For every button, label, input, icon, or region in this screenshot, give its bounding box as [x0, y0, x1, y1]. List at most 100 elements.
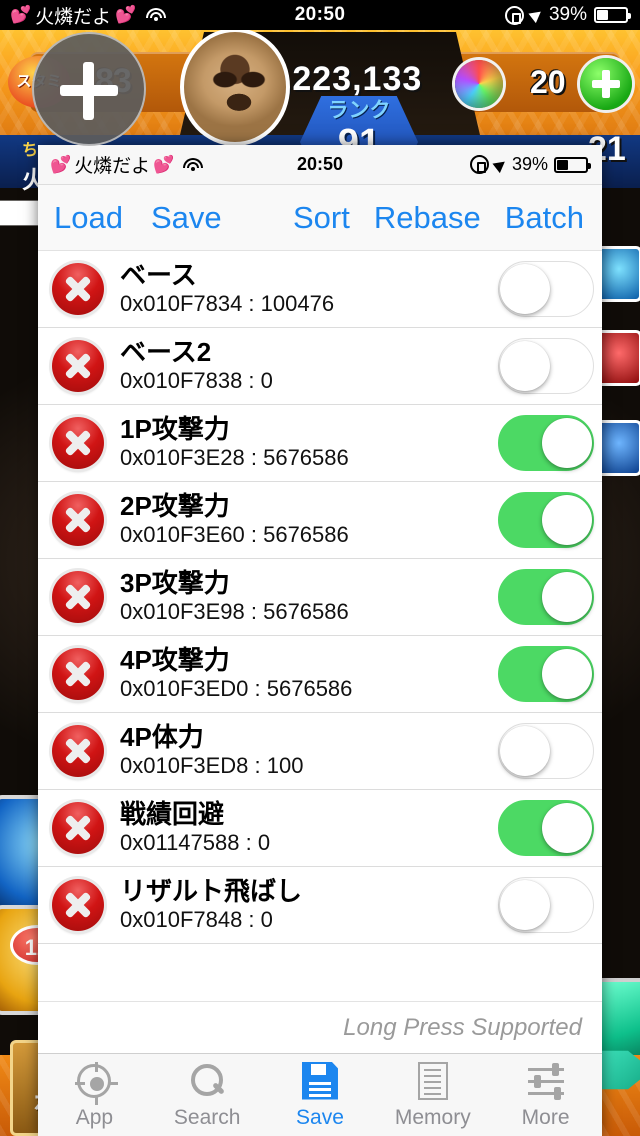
entry-text: 4P体力 0x010F3ED8 : 100 [104, 722, 498, 780]
cheat-entry-row[interactable]: 4P攻撃力 0x010F3ED0 : 5676586 [38, 636, 602, 713]
cheat-engine-panel: 💕 火燐だよ 💕 20:50 39% Load Save Sort Rebase Ba… [38, 145, 602, 1136]
panel-battery-icon [554, 156, 591, 173]
toggle-knob [500, 880, 550, 930]
delete-entry-icon[interactable] [52, 648, 104, 700]
battery-percent: 39% [548, 4, 587, 25]
cheat-entry-row[interactable]: 戦績回避 0x01147588 : 0 [38, 790, 602, 867]
sliders-icon [526, 1061, 566, 1101]
load-button[interactable]: Load [54, 200, 123, 236]
cheat-entry-row[interactable]: ベース 0x010F7834 : 100476 [38, 251, 602, 328]
tab-search[interactable]: Search [151, 1054, 264, 1136]
delete-entry-icon[interactable] [52, 879, 104, 931]
toggle-knob [542, 649, 592, 699]
entry-address-value: 0x010F3E98 : 5676586 [120, 599, 349, 624]
tab-save[interactable]: Save [264, 1054, 377, 1136]
tab-label: Memory [394, 1105, 471, 1129]
entry-toggle-switch[interactable] [498, 877, 594, 933]
sort-button[interactable]: Sort [293, 200, 350, 236]
entry-text: ベース2 0x010F7838 : 0 [104, 337, 498, 395]
toggle-knob [542, 495, 592, 545]
game-side-icon-1 [596, 246, 640, 302]
panel-carrier-heart-right-icon: 💕 [153, 154, 175, 174]
device-status-bar: 💕 火燐だよ 💕 20:50 39% [0, 0, 640, 30]
cheat-entry-list[interactable]: ベース 0x010F7834 : 100476 ベース2 0x010F7838 : 0… [38, 251, 602, 1001]
delete-entry-icon[interactable] [52, 725, 104, 777]
entry-text: 戦績回避 0x01147588 : 0 [104, 799, 498, 857]
entry-toggle-switch[interactable] [498, 723, 594, 779]
battery-icon [594, 7, 631, 23]
tab-label: Search [173, 1105, 241, 1129]
rotation-lock-icon [504, 5, 524, 25]
delete-entry-icon[interactable] [52, 571, 104, 623]
game-orb-value: 20 [530, 64, 566, 100]
bottom-tab-bar: App Search Save Memory More [38, 1053, 602, 1136]
entry-address-value: 0x010F3E28 : 5676586 [120, 445, 349, 470]
entry-address-value: 0x010F7848 : 0 [120, 907, 273, 932]
cheat-entry-row[interactable]: リザルト飛ばし 0x010F7848 : 0 [38, 867, 602, 944]
cheat-entry-row[interactable]: 4P体力 0x010F3ED8 : 100 [38, 713, 602, 790]
tab-app[interactable]: App [38, 1054, 151, 1136]
carrier-name: 火燐だよ [35, 6, 112, 28]
toggle-knob [500, 341, 550, 391]
entry-address-value: 0x010F3E60 : 5676586 [120, 522, 349, 547]
entry-title: 4P体力 [120, 722, 204, 752]
location-arrow-icon [528, 6, 545, 24]
delete-entry-icon[interactable] [52, 494, 104, 546]
cheat-entry-row[interactable]: 1P攻撃力 0x010F3E28 : 5676586 [38, 405, 602, 482]
delete-entry-icon[interactable] [52, 263, 104, 315]
entry-toggle-switch[interactable] [498, 415, 594, 471]
panel-carrier-heart-left-icon: 💕 [50, 154, 72, 174]
entry-title: ベース [120, 260, 197, 290]
delete-entry-icon[interactable] [52, 340, 104, 392]
entry-text: 1P攻撃力 0x010F3E28 : 5676586 [104, 414, 498, 472]
delete-entry-icon[interactable] [52, 802, 104, 854]
save-button[interactable]: Save [151, 200, 222, 236]
delete-entry-icon[interactable] [52, 417, 104, 469]
floppy-disk-icon [300, 1061, 340, 1101]
entry-address-value: 0x010F3ED0 : 5676586 [120, 676, 353, 701]
game-side-icon-3 [596, 420, 640, 476]
tab-label: Save [296, 1105, 344, 1129]
panel-rotation-lock-icon [469, 155, 489, 174]
game-side-icon-2 [596, 330, 640, 386]
panel-status-bar: 💕 火燐だよ 💕 20:50 39% [38, 145, 602, 185]
rebase-button[interactable]: Rebase [374, 200, 481, 236]
entry-toggle-switch[interactable] [498, 569, 594, 625]
game-left-text-1: ち [22, 142, 39, 159]
search-icon [187, 1061, 227, 1101]
batch-button[interactable]: Batch [505, 200, 584, 236]
cheat-entry-row[interactable]: 3P攻撃力 0x010F3E98 : 5676586 [38, 559, 602, 636]
entry-title: 戦績回避 [120, 799, 225, 829]
floating-plus-button[interactable] [32, 32, 146, 146]
long-press-hint: Long Press Supported [343, 1013, 582, 1041]
wifi-icon [145, 7, 167, 23]
tab-more[interactable]: More [489, 1054, 602, 1136]
toggle-knob [542, 572, 592, 622]
entry-toggle-switch[interactable] [498, 492, 594, 548]
entry-title: 2P攻撃力 [120, 491, 230, 521]
entry-text: 2P攻撃力 0x010F3E60 : 5676586 [104, 491, 498, 549]
status-clock: 20:50 [294, 4, 346, 25]
tab-memory[interactable]: Memory [376, 1054, 489, 1136]
carrier-heart-left-icon: 💕 [10, 5, 32, 24]
game-add-orb-button[interactable] [580, 58, 632, 110]
entry-toggle-switch[interactable] [498, 338, 594, 394]
entry-address-value: 0x010F3ED8 : 100 [120, 753, 304, 778]
entry-toggle-switch[interactable] [498, 646, 594, 702]
tab-label: App [75, 1105, 114, 1129]
cheat-entry-row[interactable]: ベース2 0x010F7838 : 0 [38, 328, 602, 405]
panel-battery-percent: 39% [511, 154, 548, 174]
game-player-avatar [180, 28, 290, 146]
target-icon [75, 1061, 119, 1105]
tab-label: More [521, 1105, 570, 1129]
entry-text: 3P攻撃力 0x010F3E98 : 5676586 [104, 568, 498, 626]
cheat-entry-row[interactable]: 2P攻撃力 0x010F3E60 : 5676586 [38, 482, 602, 559]
entry-text: リザルト飛ばし 0x010F7848 : 0 [104, 876, 498, 934]
entry-toggle-switch[interactable] [498, 800, 594, 856]
entry-toggle-switch[interactable] [498, 261, 594, 317]
toggle-knob [500, 726, 550, 776]
panel-location-arrow-icon [492, 156, 509, 173]
entry-title: 3P攻撃力 [120, 568, 230, 598]
panel-carrier-name: 火燐だよ [74, 156, 151, 177]
game-orb-icon [455, 60, 503, 108]
